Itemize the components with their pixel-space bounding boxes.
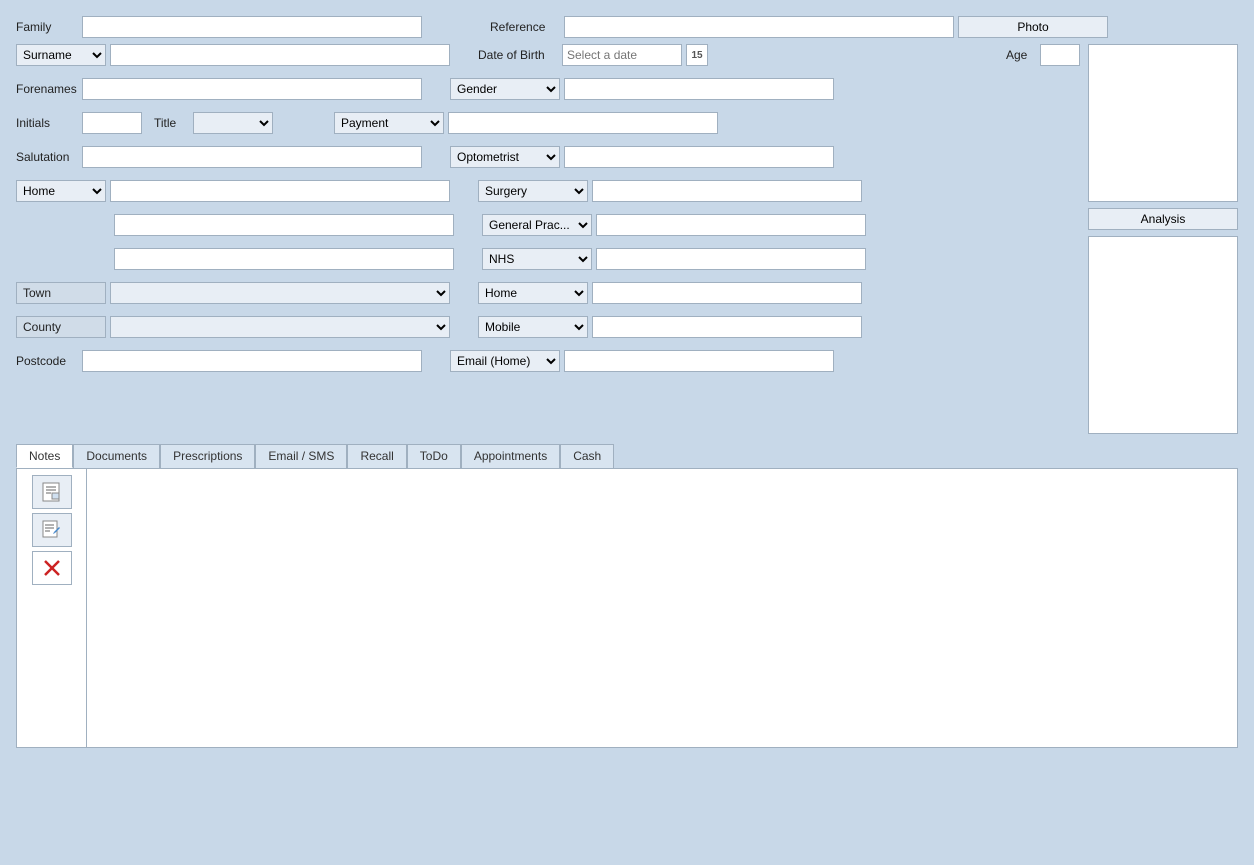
- tabs-bar: Notes Documents Prescriptions Email / SM…: [16, 444, 1238, 468]
- optometrist-select[interactable]: Optometrist: [450, 146, 560, 168]
- dob-input[interactable]: [562, 44, 682, 66]
- nhs-value-input[interactable]: [596, 248, 866, 270]
- tab-recall[interactable]: Recall: [347, 444, 406, 468]
- right-panel: Analysis: [1088, 44, 1238, 434]
- postcode-label: Postcode: [16, 354, 78, 368]
- notes-toolbar: [17, 469, 87, 747]
- surname-row: Surname Date of Birth 15 Age: [16, 44, 1080, 66]
- address3-input[interactable]: [114, 248, 454, 270]
- surname-input[interactable]: [110, 44, 450, 66]
- notes-side-box: [1088, 236, 1238, 434]
- tab-cash[interactable]: Cash: [560, 444, 614, 468]
- email-home-select[interactable]: Email (Home): [450, 350, 560, 372]
- postcode-input[interactable]: [82, 350, 422, 372]
- photo-button[interactable]: Photo: [958, 16, 1108, 38]
- dob-calendar-button[interactable]: 15: [686, 44, 708, 66]
- home2-select[interactable]: Home: [478, 282, 588, 304]
- initials-row: Initials Title Payment: [16, 112, 1080, 134]
- tab-todo[interactable]: ToDo: [407, 444, 461, 468]
- county-select[interactable]: [110, 316, 450, 338]
- payment-value-input[interactable]: [448, 112, 718, 134]
- tabs-container: Notes Documents Prescriptions Email / SM…: [16, 444, 1238, 748]
- surname-select[interactable]: Surname: [16, 44, 106, 66]
- optometrist-value-input[interactable]: [564, 146, 834, 168]
- home-input[interactable]: [110, 180, 450, 202]
- age-input[interactable]: [1040, 44, 1080, 66]
- surgery-select[interactable]: Surgery: [478, 180, 588, 202]
- delete-note-button[interactable]: [32, 551, 72, 585]
- tab-notes[interactable]: Notes: [16, 444, 73, 468]
- title-label: Title: [154, 116, 189, 130]
- salutation-row: Salutation Optometrist: [16, 146, 1080, 168]
- home2-value-input[interactable]: [592, 282, 862, 304]
- photo-box: [1088, 44, 1238, 202]
- general-prac-value-input[interactable]: [596, 214, 866, 236]
- main-container: Family Reference Photo Surname Date of B…: [0, 0, 1254, 865]
- tab-content-area: [16, 468, 1238, 748]
- tab-appointments[interactable]: Appointments: [461, 444, 560, 468]
- email-home-value-input[interactable]: [564, 350, 834, 372]
- town-select[interactable]: [110, 282, 450, 304]
- delete-note-icon: [41, 557, 63, 579]
- edit-note-icon: [41, 519, 63, 541]
- gender-value-input[interactable]: [564, 78, 834, 100]
- county-label: County: [16, 316, 106, 338]
- town-label: Town: [16, 282, 106, 304]
- postcode-row: Postcode Email (Home): [16, 350, 1080, 372]
- address2-input[interactable]: [114, 214, 454, 236]
- mobile-value-input[interactable]: [592, 316, 862, 338]
- dob-label: Date of Birth: [478, 48, 558, 62]
- family-row: Family Reference Photo: [16, 16, 1238, 38]
- forenames-input[interactable]: [82, 78, 422, 100]
- tab-email-sms[interactable]: Email / SMS: [255, 444, 347, 468]
- age-label: Age: [1006, 48, 1036, 62]
- family-input[interactable]: [82, 16, 422, 38]
- new-note-button[interactable]: [32, 475, 72, 509]
- general-prac-select[interactable]: General Prac...: [482, 214, 592, 236]
- reference-input[interactable]: [564, 16, 954, 38]
- edit-note-button[interactable]: [32, 513, 72, 547]
- reference-label: Reference: [490, 20, 560, 34]
- forenames-row: Forenames Gender: [16, 78, 1080, 100]
- notes-content-area[interactable]: [87, 469, 1237, 747]
- mobile-select[interactable]: Mobile: [478, 316, 588, 338]
- home-select[interactable]: Home: [16, 180, 106, 202]
- initials-label: Initials: [16, 116, 78, 130]
- nhs-select[interactable]: NHS: [482, 248, 592, 270]
- forenames-label: Forenames: [16, 82, 78, 96]
- payment-select[interactable]: Payment: [334, 112, 444, 134]
- address3-row: NHS: [16, 248, 1080, 270]
- tab-documents[interactable]: Documents: [73, 444, 160, 468]
- county-row: County Mobile: [16, 316, 1080, 338]
- title-select[interactable]: [193, 112, 273, 134]
- town-row: Town Home: [16, 282, 1080, 304]
- family-label: Family: [16, 20, 78, 34]
- surgery-value-input[interactable]: [592, 180, 862, 202]
- gender-select[interactable]: Gender: [450, 78, 560, 100]
- initials-input[interactable]: [82, 112, 142, 134]
- salutation-label: Salutation: [16, 150, 78, 164]
- analysis-button[interactable]: Analysis: [1088, 208, 1238, 230]
- new-note-icon: [41, 481, 63, 503]
- home-row: Home Surgery: [16, 180, 1080, 202]
- tab-prescriptions[interactable]: Prescriptions: [160, 444, 255, 468]
- salutation-input[interactable]: [82, 146, 422, 168]
- address2-row: General Prac...: [16, 214, 1080, 236]
